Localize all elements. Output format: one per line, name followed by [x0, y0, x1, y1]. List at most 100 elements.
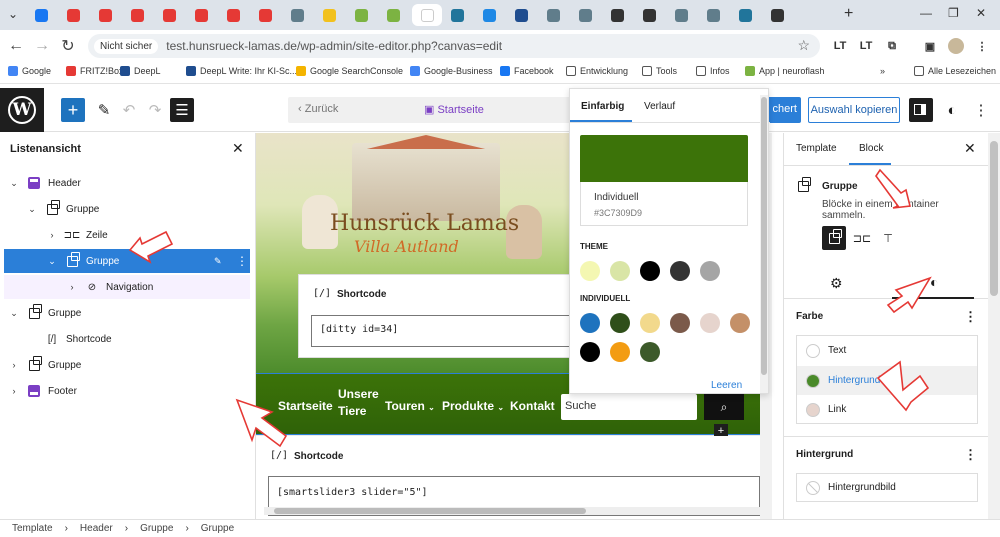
group-variation-button[interactable] — [822, 226, 846, 250]
chevron-down-icon[interactable]: ⌄ — [26, 204, 38, 215]
color-swatch[interactable] — [580, 342, 600, 362]
tab-search-icon[interactable]: ⌄ — [8, 7, 18, 21]
bookmark-item[interactable]: App | neuroflash — [745, 66, 824, 76]
color-swatch[interactable] — [610, 261, 630, 281]
chevron-right-icon[interactable]: › — [66, 282, 78, 292]
chevron-right-icon[interactable]: › — [8, 386, 20, 396]
color-swatch[interactable] — [640, 342, 660, 362]
chevron-down-icon[interactable]: ⌄ — [8, 308, 20, 319]
list-item[interactable]: ⌄ Gruppe — [4, 301, 250, 325]
copy-selection-button[interactable]: Auswahl kopieren — [808, 97, 900, 123]
browser-tab[interactable] — [124, 4, 150, 26]
settings-gear-icon[interactable]: ⚙ — [830, 275, 843, 292]
browser-tab[interactable] — [700, 4, 726, 26]
browser-tab[interactable] — [188, 4, 214, 26]
popover-scrollbar[interactable] — [760, 95, 768, 393]
browser-tab[interactable] — [284, 4, 310, 26]
breadcrumb-item[interactable]: Header — [80, 523, 113, 534]
color-swatch[interactable] — [670, 261, 690, 281]
extension-icon[interactable]: LT — [832, 38, 848, 54]
browser-tab[interactable] — [380, 4, 406, 26]
bookmark-item[interactable]: Infos — [696, 66, 730, 76]
color-swatch[interactable] — [700, 313, 720, 333]
bookmarks-overflow-icon[interactable]: » — [880, 66, 885, 76]
new-tab-icon[interactable]: + — [844, 5, 853, 23]
reload-icon[interactable]: ↻ — [58, 36, 78, 56]
chevron-down-icon[interactable]: ⌄ — [8, 178, 20, 189]
link-color-item[interactable]: Link — [797, 395, 977, 424]
tab-solid[interactable]: Einfarbig — [581, 101, 624, 112]
bookmark-item[interactable]: Entwicklung — [566, 66, 628, 76]
chevron-right-icon[interactable]: › — [8, 360, 20, 370]
breadcrumb-item[interactable]: Gruppe — [201, 523, 234, 534]
all-bookmarks-item[interactable]: Alle Lesezeichen — [914, 66, 996, 76]
browser-tab[interactable] — [732, 4, 758, 26]
list-view-button[interactable]: ☰ — [170, 98, 194, 122]
list-item[interactable]: › ⊘ Navigation — [4, 275, 250, 299]
browser-tab[interactable] — [540, 4, 566, 26]
horizontal-scrollbar[interactable] — [264, 507, 770, 515]
close-icon[interactable]: ✕ — [964, 140, 976, 157]
clear-color-button[interactable]: Leeren — [711, 380, 742, 391]
browser-tab[interactable] — [636, 4, 662, 26]
selected-color-info[interactable]: Individuell #3C7309D9 — [580, 182, 748, 226]
bookmark-item[interactable]: Google — [8, 66, 51, 76]
wordpress-logo-button[interactable]: W — [0, 88, 44, 132]
color-swatch[interactable] — [610, 342, 630, 362]
breadcrumb-item[interactable]: Gruppe — [140, 523, 173, 534]
sidepanel-icon[interactable]: ▣ — [922, 38, 938, 54]
search-input[interactable]: Suche — [561, 394, 697, 420]
list-item[interactable]: ⌄ Gruppe — [4, 197, 250, 221]
browser-tab[interactable] — [412, 4, 442, 26]
security-indicator[interactable]: Nicht sicher — [94, 38, 159, 54]
styles-icon[interactable]: ◐ — [930, 274, 938, 290]
list-item[interactable]: › Footer — [4, 379, 250, 403]
browser-tab[interactable] — [572, 4, 598, 26]
tools-pencil-icon[interactable]: ✎ — [92, 98, 116, 122]
extensions-puzzle-icon[interactable]: ⧉ — [884, 38, 900, 54]
browser-menu-icon[interactable]: ⋮ — [974, 38, 990, 54]
browser-tab[interactable] — [60, 4, 86, 26]
bookmark-item[interactable]: Google SearchConsole — [296, 66, 403, 76]
browser-tab[interactable] — [764, 4, 790, 26]
bookmark-item[interactable]: DeepL — [120, 66, 161, 76]
bookmark-item[interactable]: Facebook — [500, 66, 554, 76]
color-options-icon[interactable]: ⋮ — [964, 309, 977, 325]
background-image-button[interactable]: Hintergrundbild — [796, 473, 978, 502]
browser-tab[interactable] — [28, 4, 54, 26]
tab-template[interactable]: Template — [796, 143, 837, 154]
browser-tab[interactable] — [668, 4, 694, 26]
browser-tab[interactable] — [252, 4, 278, 26]
background-color-item[interactable]: Hintergrund — [797, 366, 977, 395]
browser-tab[interactable] — [604, 4, 630, 26]
back-link[interactable]: ‹ Zurück — [298, 103, 338, 115]
redo-icon[interactable]: ↷ — [143, 98, 167, 122]
shortcode-input[interactable]: [ditty id=34] — [311, 315, 573, 347]
text-color-item[interactable]: Text — [797, 336, 977, 365]
bookmark-item[interactable]: FRITZ!Box — [66, 66, 124, 76]
styles-icon[interactable]: ◐ — [940, 98, 964, 122]
close-icon[interactable]: ✕ — [232, 140, 244, 157]
browser-tab[interactable] — [348, 4, 374, 26]
list-item[interactable]: [/] Shortcode — [4, 327, 250, 351]
block-options-icon[interactable]: ⋮ — [236, 254, 248, 268]
bookmark-item[interactable]: Tools — [642, 66, 677, 76]
browser-tab[interactable] — [156, 4, 182, 26]
back-icon[interactable]: ← — [6, 36, 26, 56]
tab-gradient[interactable]: Verlauf — [644, 101, 675, 112]
browser-tab[interactable] — [92, 4, 118, 26]
maximize-icon[interactable]: ❐ — [948, 6, 959, 20]
browser-tab[interactable] — [220, 4, 246, 26]
color-swatch[interactable] — [580, 261, 600, 281]
url-text[interactable]: test.hunsrueck-lamas.de/wp-admin/site-ed… — [166, 39, 502, 53]
page-title[interactable]: ▣ Startseite — [424, 103, 484, 116]
browser-tab[interactable] — [444, 4, 470, 26]
tab-block[interactable]: Block — [859, 143, 883, 154]
extension-icon[interactable]: LT — [858, 38, 874, 54]
color-swatch[interactable] — [670, 313, 690, 333]
color-swatch[interactable] — [580, 313, 600, 333]
close-window-icon[interactable]: ✕ — [976, 6, 986, 20]
menu-item[interactable]: Kontakt — [510, 398, 555, 415]
chevron-down-icon[interactable]: ⌄ — [46, 256, 58, 267]
stack-variation-icon[interactable]: ⊤ — [876, 226, 900, 250]
